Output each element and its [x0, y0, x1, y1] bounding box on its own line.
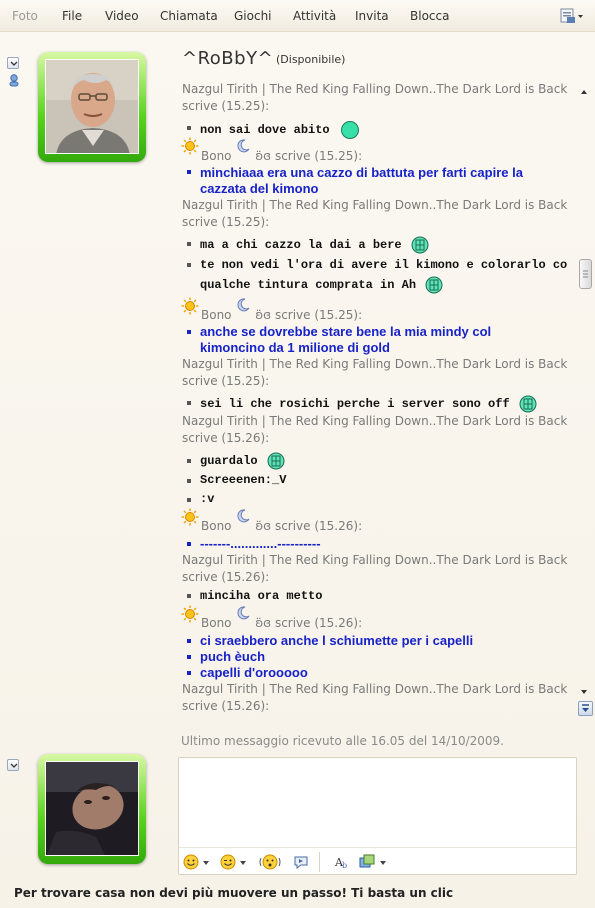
message-bullet [187, 170, 191, 174]
message-bullet [187, 655, 191, 659]
wink-dropdown-icon[interactable] [240, 861, 246, 865]
sender-line: scrive (15.25): [182, 374, 270, 388]
wink-icon[interactable] [220, 854, 236, 870]
message-bullet [187, 330, 191, 334]
message-text: non sai dove abito [200, 121, 359, 139]
message-bullet [187, 542, 191, 546]
sender-line: Bono ʚ̈ɞ scrive (15.25): [201, 298, 362, 322]
conversation-area[interactable]: Nazgul Tirith | The Red King Falling Dow… [178, 80, 568, 720]
message-text: minciha ora metto [200, 589, 323, 603]
message-bullet [187, 594, 191, 598]
green-circle-emoticon-icon [340, 121, 359, 139]
moon-icon [235, 297, 251, 313]
collapse-own-avatar-button[interactable] [7, 759, 19, 771]
sender-line: scrive (15.25): [182, 99, 270, 113]
contact-name: ^RoBbY^ [182, 48, 274, 69]
menu-bar: Foto File Video Chiamata Giochi Attività… [0, 0, 595, 32]
menu-blocca[interactable]: Blocca [410, 9, 449, 23]
message-text: ma a chi cazzo la dai a bere [200, 236, 429, 254]
sun-icon [181, 605, 199, 623]
window-options-icon[interactable] [559, 7, 585, 25]
message-text: kimoncino da 1 milione di gold [200, 340, 390, 355]
font-icon[interactable]: Ab [334, 854, 350, 870]
message-text: puch èuch [200, 649, 266, 664]
message-text: te non vedi l'ora di avere il kimono e c… [200, 258, 568, 272]
message-text: -------.............---------- [200, 536, 321, 551]
sender-line: Nazgul Tirith | The Red King Falling Dow… [182, 82, 568, 96]
box-emoticon-icon [425, 276, 443, 294]
moon-icon [235, 138, 251, 154]
message-text: anche se dovrebbe stare bene la mia mind… [200, 324, 492, 339]
box-emoticon-icon [519, 395, 537, 413]
background-dropdown-icon[interactable] [380, 861, 386, 865]
sender-line: Bono ʚ̈ɞ scrive (15.26): [201, 509, 362, 533]
scroll-down-arrow-icon[interactable] [579, 686, 589, 696]
menu-attivita[interactable]: Attività [293, 9, 336, 23]
sender-line: scrive (15.26): [182, 699, 270, 713]
sender-line: Nazgul Tirith | The Red King Falling Dow… [182, 357, 568, 371]
sender-line: Nazgul Tirith | The Red King Falling Dow… [182, 682, 568, 696]
message-text: guardalo [200, 452, 285, 470]
message-bullet [187, 498, 191, 502]
menu-foto[interactable]: Foto [12, 9, 38, 23]
scroll-to-end-icon[interactable] [578, 701, 593, 716]
sender-line: Bono ʚ̈ɞ scrive (15.25): [201, 139, 362, 163]
contact-photo [45, 59, 139, 154]
message-bullet [187, 479, 191, 483]
sun-icon [181, 508, 199, 526]
collapse-contact-button[interactable] [7, 57, 19, 69]
contact-card-icon[interactable] [7, 73, 21, 87]
own-avatar[interactable] [38, 754, 146, 864]
message-bullet [187, 126, 191, 130]
input-toolbar: Ab [179, 847, 576, 874]
emoticon-dropdown-icon[interactable] [203, 861, 209, 865]
sender-line: scrive (15.25): [182, 215, 270, 229]
nudge-icon[interactable] [259, 854, 281, 870]
sender-line: scrive (15.26): [182, 431, 270, 445]
sender-line: Bono ʚ̈ɞ scrive (15.26): [201, 606, 362, 630]
ad-banner[interactable]: Per trovare casa non devi più muovere un… [14, 886, 453, 900]
message-text: minchiaaa era una cazzo di battuta per f… [200, 165, 523, 180]
svg-text:b: b [342, 861, 347, 870]
scroll-up-arrow-icon[interactable] [579, 86, 589, 96]
menu-giochi[interactable]: Giochi [234, 9, 272, 23]
message-bullet [187, 242, 191, 246]
voice-clip-icon[interactable] [293, 854, 309, 870]
contact-avatar[interactable] [38, 52, 146, 162]
message-text: qualche tintura comprata in Ah [200, 276, 443, 294]
own-photo [45, 761, 139, 856]
menu-chiamata[interactable]: Chiamata [160, 9, 218, 23]
last-message-info: Ultimo messaggio ricevuto alle 16.05 del… [181, 734, 504, 748]
sender-line: scrive (15.26): [182, 570, 270, 584]
message-text: ci sraebbero anche l schiumette per i ca… [200, 633, 474, 648]
moon-icon [235, 508, 251, 524]
message-bullet [187, 401, 191, 405]
box-emoticon-icon [411, 236, 429, 254]
menu-invita[interactable]: Invita [355, 9, 389, 23]
message-bullet [187, 671, 191, 675]
sender-line: Nazgul Tirith | The Red King Falling Dow… [182, 553, 568, 567]
message-text: :v [200, 492, 215, 506]
sun-icon [181, 137, 199, 155]
contact-status: (Disponibile) [276, 53, 346, 66]
message-bullet [187, 263, 191, 267]
message-text: Screeenen:_V [200, 473, 287, 487]
scrollbar-thumb[interactable] [579, 259, 592, 289]
sender-line: Nazgul Tirith | The Red King Falling Dow… [182, 198, 568, 212]
message-bullet [187, 459, 191, 463]
message-text: capelli d'orooooo [200, 665, 308, 680]
moon-icon [235, 605, 251, 621]
sender-line: Nazgul Tirith | The Red King Falling Dow… [182, 414, 568, 428]
message-bullet [187, 639, 191, 643]
menu-video[interactable]: Video [105, 9, 139, 23]
emoticon-icon[interactable] [183, 854, 199, 870]
box-emoticon-icon [267, 452, 285, 470]
message-text: sei li che rosichi perche i server sono … [200, 395, 537, 413]
toolbar-separator [319, 852, 320, 872]
background-icon[interactable] [359, 854, 375, 870]
menu-file[interactable]: File [62, 9, 82, 23]
sun-icon [181, 297, 199, 315]
message-text: cazzata del kimono [200, 181, 319, 196]
